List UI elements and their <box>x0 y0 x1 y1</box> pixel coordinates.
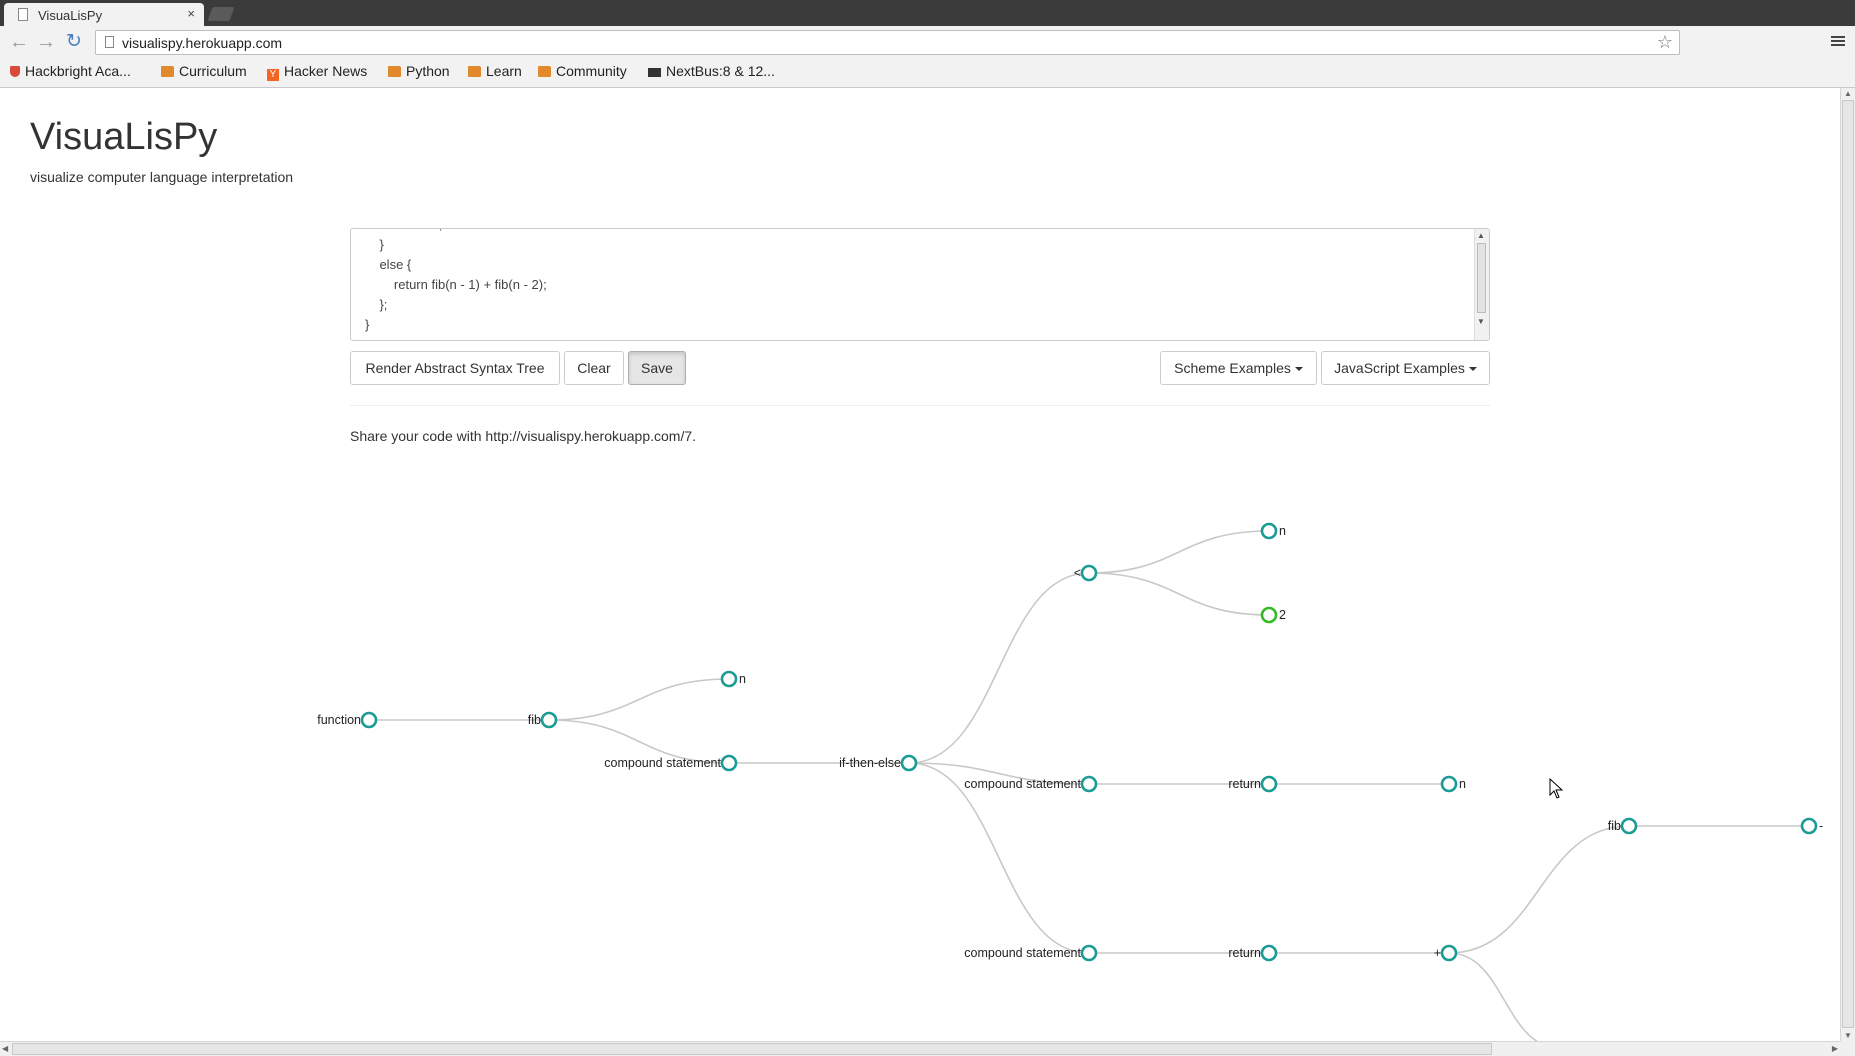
tab-visualispy[interactable]: VisuaLisPy × <box>4 3 204 26</box>
tree-node-circle[interactable] <box>1260 944 1278 962</box>
tree-node[interactable]: + <box>1434 944 1458 962</box>
tree-node[interactable]: n <box>1440 775 1466 793</box>
tree-link <box>908 572 1090 764</box>
horizontal-scrollbar[interactable]: ◀ ▶ <box>0 1041 1840 1056</box>
tree-node-circle[interactable] <box>1080 564 1098 582</box>
address-bar[interactable]: visualispy.herokuapp.com ☆ <box>95 30 1680 55</box>
tree-node-circle[interactable] <box>540 711 558 729</box>
tree-node-circle[interactable] <box>360 711 378 729</box>
tree-node-label: 2 <box>1279 608 1286 622</box>
bookmark-community[interactable]: Community <box>538 63 627 79</box>
bookmark-star-icon[interactable]: ☆ <box>1657 32 1673 53</box>
tree-node-label: + <box>1434 946 1441 960</box>
bookmark-nextbus[interactable]: NextBus:8 & 12... <box>648 63 775 79</box>
tree-link <box>548 678 730 721</box>
tree-node-label: n <box>1459 777 1466 791</box>
close-tab-icon[interactable]: × <box>187 6 195 21</box>
tree-node-circle[interactable] <box>1800 817 1818 835</box>
tree-node-circle[interactable] <box>1080 944 1098 962</box>
tree-node-circle[interactable] <box>720 670 738 688</box>
tree-node[interactable]: return <box>1228 944 1278 962</box>
tree-node-label: function <box>317 713 361 727</box>
tree-node-label: compound statement <box>604 756 721 770</box>
folder-icon <box>161 66 174 77</box>
vertical-scrollbar[interactable]: ▲ ▼ <box>1840 88 1855 1041</box>
tree-node[interactable]: compound statement <box>964 944 1098 962</box>
browser-toolbar: ← → ↻ visualispy.herokuapp.com ☆ Hackbri… <box>0 26 1855 88</box>
tree-node-circle[interactable] <box>1260 522 1278 540</box>
tree-node[interactable]: function <box>317 711 378 729</box>
tree-node[interactable]: compound statement <box>604 754 738 772</box>
hacker-news-icon: Y <box>267 69 279 81</box>
tree-nodes: function fib n compound statement if-then-el… <box>317 522 1823 962</box>
syntax-tree: function fib n compound statement if-then-el… <box>317 522 1823 1041</box>
menu-icon[interactable] <box>1831 34 1845 48</box>
tree-node-label: if-then-else <box>839 756 901 770</box>
tree-node[interactable]: n <box>720 670 746 688</box>
back-arrow-icon[interactable]: ← <box>9 32 29 52</box>
folder-icon <box>388 66 401 77</box>
tree-node[interactable]: - <box>1800 817 1823 835</box>
mouse-cursor-icon <box>1549 778 1564 799</box>
tree-node-circle[interactable] <box>1620 817 1638 835</box>
tree-node-label: compound statement <box>964 777 1081 791</box>
hackbright-icon <box>10 66 20 77</box>
url-text: visualispy.herokuapp.com <box>122 35 283 51</box>
tree-node[interactable]: 2 <box>1260 606 1286 624</box>
tree-node[interactable]: if-then-else <box>839 754 918 772</box>
nextbus-icon <box>648 68 661 77</box>
scroll-right-arrow-icon[interactable]: ▶ <box>1832 1044 1838 1053</box>
tree-link <box>908 762 1090 954</box>
reload-icon[interactable]: ↻ <box>66 32 82 52</box>
scroll-down-arrow-icon[interactable]: ▼ <box>1844 1031 1852 1040</box>
tree-node-circle[interactable] <box>1260 606 1278 624</box>
tree-link <box>1088 572 1270 616</box>
forward-arrow-icon[interactable]: → <box>36 32 56 52</box>
tree-node-label: n <box>1279 524 1286 538</box>
horizontal-scroll-thumb[interactable] <box>12 1043 1492 1055</box>
tree-node-circle[interactable] <box>1440 775 1458 793</box>
bookmark-hackbright[interactable]: Hackbright Aca... <box>10 63 131 79</box>
scroll-up-arrow-icon[interactable]: ▲ <box>1844 89 1852 98</box>
scrollbar-corner <box>1840 1041 1855 1056</box>
tree-node-label: fib <box>1608 819 1621 833</box>
tree-link <box>1088 530 1270 574</box>
tree-node-label: < <box>1074 566 1081 580</box>
folder-icon <box>538 66 551 77</box>
folder-icon <box>468 66 481 77</box>
tree-node-label: return <box>1228 777 1261 791</box>
bookmark-learn[interactable]: Learn <box>468 63 522 79</box>
tree-node-label: n <box>739 672 746 686</box>
bookmark-curriculum[interactable]: Curriculum <box>161 63 247 79</box>
tree-node-circle[interactable] <box>720 754 738 772</box>
tree-link <box>1448 952 1539 1041</box>
tree-node-label: return <box>1228 946 1261 960</box>
tab-title: VisuaLisPy <box>38 8 103 23</box>
tree-node-label: - <box>1819 819 1823 833</box>
page-icon <box>105 36 114 48</box>
bookmark-hacker-news[interactable]: Y Hacker News <box>267 63 367 81</box>
tree-node-circle[interactable] <box>1260 775 1278 793</box>
tree-node[interactable]: fib <box>528 711 558 729</box>
bookmarks-bar: Hackbright Aca... Curriculum Y Hacker New… <box>0 60 1855 82</box>
tree-node[interactable]: fib <box>1608 817 1638 835</box>
tree-node-circle[interactable] <box>1080 775 1098 793</box>
tree-node-label: fib <box>528 713 541 727</box>
scroll-left-arrow-icon[interactable]: ◀ <box>2 1044 8 1053</box>
page-content: VisuaLisPy visualize computer language i… <box>0 88 1840 1041</box>
tree-node[interactable]: < <box>1074 564 1098 582</box>
tree-node[interactable]: compound statement <box>964 775 1098 793</box>
tree-node-circle[interactable] <box>1440 944 1458 962</box>
tree-link <box>1448 825 1630 954</box>
tree-node[interactable]: return <box>1228 775 1278 793</box>
tree-node-label: compound statement <box>964 946 1081 960</box>
tab-strip: VisuaLisPy × <box>0 0 1855 26</box>
vertical-scroll-thumb[interactable] <box>1842 100 1854 1028</box>
tree-node-circle[interactable] <box>900 754 918 772</box>
bookmark-python[interactable]: Python <box>388 63 450 79</box>
new-tab-button[interactable] <box>207 7 235 21</box>
tree-node[interactable]: n <box>1260 522 1286 540</box>
page-icon <box>18 8 28 21</box>
